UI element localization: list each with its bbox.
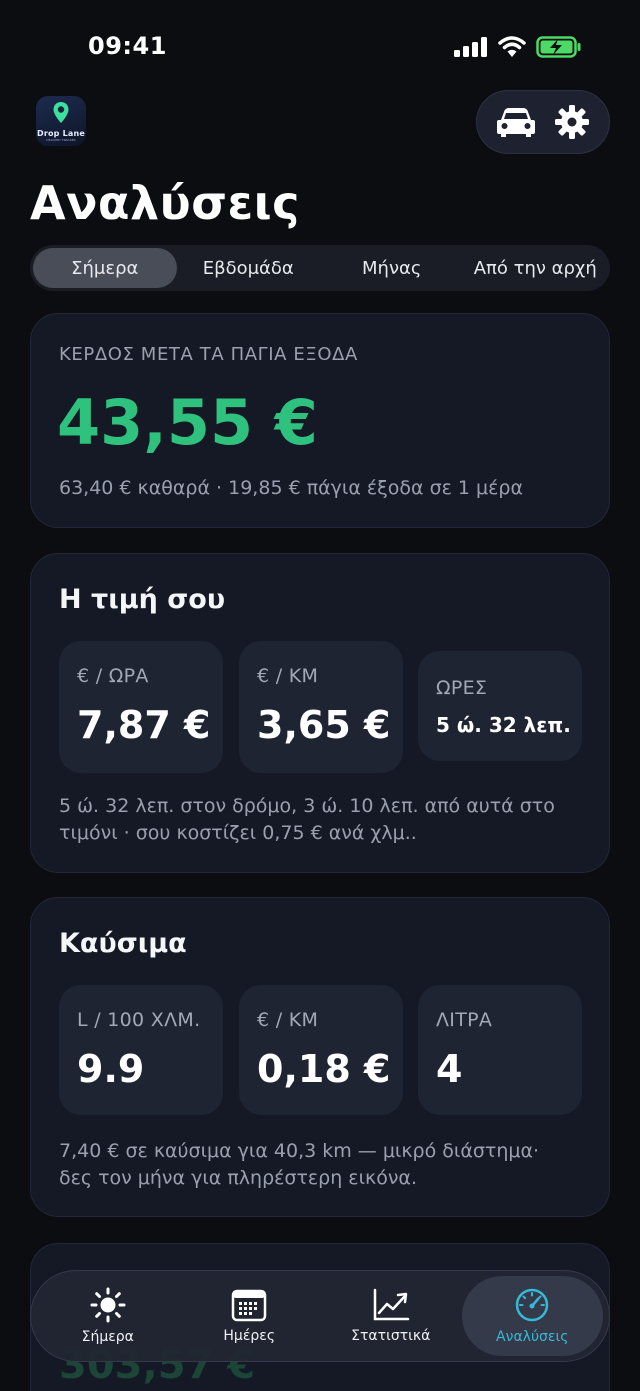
profit-subtitle: 63,40 € καθαρά · 19,85 € πάγια έξοδα σε … [59, 477, 523, 499]
rate-note-line-1: 5 ώ. 32 λεπ. στον δρόμο, 3 ώ. 10 λεπ. απ… [59, 795, 555, 817]
battery-charging-icon [536, 36, 581, 58]
profit-card: ΚΕΡΔΟΣ ΜΕΤΑ ΤΑ ΠΑΓΙΑ ΕΞΟΔΑ 43,55 € 63,40… [30, 313, 610, 528]
page-title: Αναλύσεις [30, 176, 300, 230]
segment-month[interactable]: Μήνας [320, 248, 464, 288]
metric-hours: ΩΡΕΣ 5 ώ. 32 λεπ. [418, 651, 582, 761]
tab-analyses[interactable]: Αναλύσεις [461, 1276, 603, 1356]
period-segmented-control: Σήμερα Εβδομάδα Μήνας Από την αρχή [30, 245, 610, 291]
metric-value: 5 ώ. 32 λεπ. [436, 713, 571, 737]
top-actions [476, 90, 610, 154]
metric-value: 7,87 € [77, 703, 211, 747]
metric-per-hour: € / ΩΡΑ 7,87 € [59, 641, 223, 773]
rate-title: Η τιμή σου [59, 584, 226, 615]
tab-label: Στατιστικά [351, 1328, 431, 1344]
tab-label: Σήμερα [81, 1329, 134, 1345]
metric-consumption: L / 100 ΧΛΜ. 9.9 [59, 985, 223, 1115]
status-icons [454, 36, 582, 58]
metric-label: L / 100 ΧΛΜ. [77, 1009, 201, 1031]
metric-value: 0,18 € [257, 1047, 391, 1091]
status-bar: 09:41 [0, 0, 640, 92]
segment-week[interactable]: Εβδομάδα [177, 248, 321, 288]
fuel-note-line-2: δες τον μήνα για πληρέστερη εικόνα. [59, 1167, 417, 1189]
fuel-card: Καύσιμα L / 100 ΧΛΜ. 9.9 € / ΚΜ 0,18 € Λ… [30, 897, 610, 1217]
fuel-note-line-1: 7,40 € σε καύσιμα για 40,3 km — μικρό δι… [59, 1140, 540, 1162]
wifi-icon [498, 36, 526, 57]
metric-liters: ΛΙΤΡΑ 4 [418, 985, 582, 1115]
tab-today[interactable]: Σήμερα [37, 1276, 179, 1356]
rate-note: 5 ώ. 32 λεπ. στον δρόμο, 3 ώ. 10 λεπ. απ… [59, 793, 589, 847]
metric-label: € / ΚΜ [257, 1009, 319, 1031]
signal-icon [454, 37, 487, 57]
app-logo-text: Drop Lane [36, 129, 85, 138]
map-pin-icon [53, 102, 69, 123]
car-icon[interactable] [496, 106, 536, 138]
fuel-note: 7,40 € σε καύσιμα για 40,3 km — μικρό δι… [59, 1138, 589, 1192]
metric-value: 9.9 [77, 1047, 145, 1091]
metric-label: ΩΡΕΣ [436, 677, 488, 699]
status-time: 09:41 [88, 32, 167, 60]
metric-label: ΛΙΤΡΑ [436, 1009, 493, 1031]
tab-days[interactable]: Ημέρες [179, 1276, 321, 1356]
metric-label: € / ΩΡΑ [77, 665, 149, 687]
speedometer-icon [516, 1288, 549, 1322]
metric-fuel-per-km: € / ΚΜ 0,18 € [239, 985, 403, 1115]
profit-label: ΚΕΡΔΟΣ ΜΕΤΑ ΤΑ ΠΑΓΙΑ ΕΞΟΔΑ [59, 344, 358, 365]
rate-note-line-2: τιμόνι · σου κοστίζει 0,75 € ανά χλμ.. [59, 822, 417, 844]
sun-icon [90, 1287, 126, 1323]
fuel-title: Καύσιμα [59, 928, 187, 959]
metric-label: € / ΚΜ [257, 665, 319, 687]
tab-label: Αναλύσεις [496, 1329, 569, 1345]
chart-icon [373, 1288, 409, 1321]
gear-icon[interactable] [554, 104, 590, 140]
app-logo-subtitle: DELIVERY TRACKER [46, 138, 76, 142]
segment-all-time[interactable]: Από την αρχή [464, 248, 608, 288]
metric-per-km: € / ΚΜ 3,65 € [239, 641, 403, 773]
tab-label: Ημέρες [223, 1328, 276, 1344]
bottom-tab-bar: Σήμερα Ημέρες Στατιστικά Αναλύσεις [30, 1270, 610, 1362]
app-logo: Drop Lane DELIVERY TRACKER [36, 96, 86, 146]
tab-statistics[interactable]: Στατιστικά [320, 1276, 462, 1356]
calendar-icon [232, 1289, 267, 1322]
segment-today[interactable]: Σήμερα [33, 248, 177, 288]
profit-value: 43,55 € [57, 386, 318, 459]
metric-value: 4 [436, 1047, 463, 1091]
metric-value: 3,65 € [257, 703, 391, 747]
rate-card: Η τιμή σου € / ΩΡΑ 7,87 € € / ΚΜ 3,65 € … [30, 553, 610, 873]
